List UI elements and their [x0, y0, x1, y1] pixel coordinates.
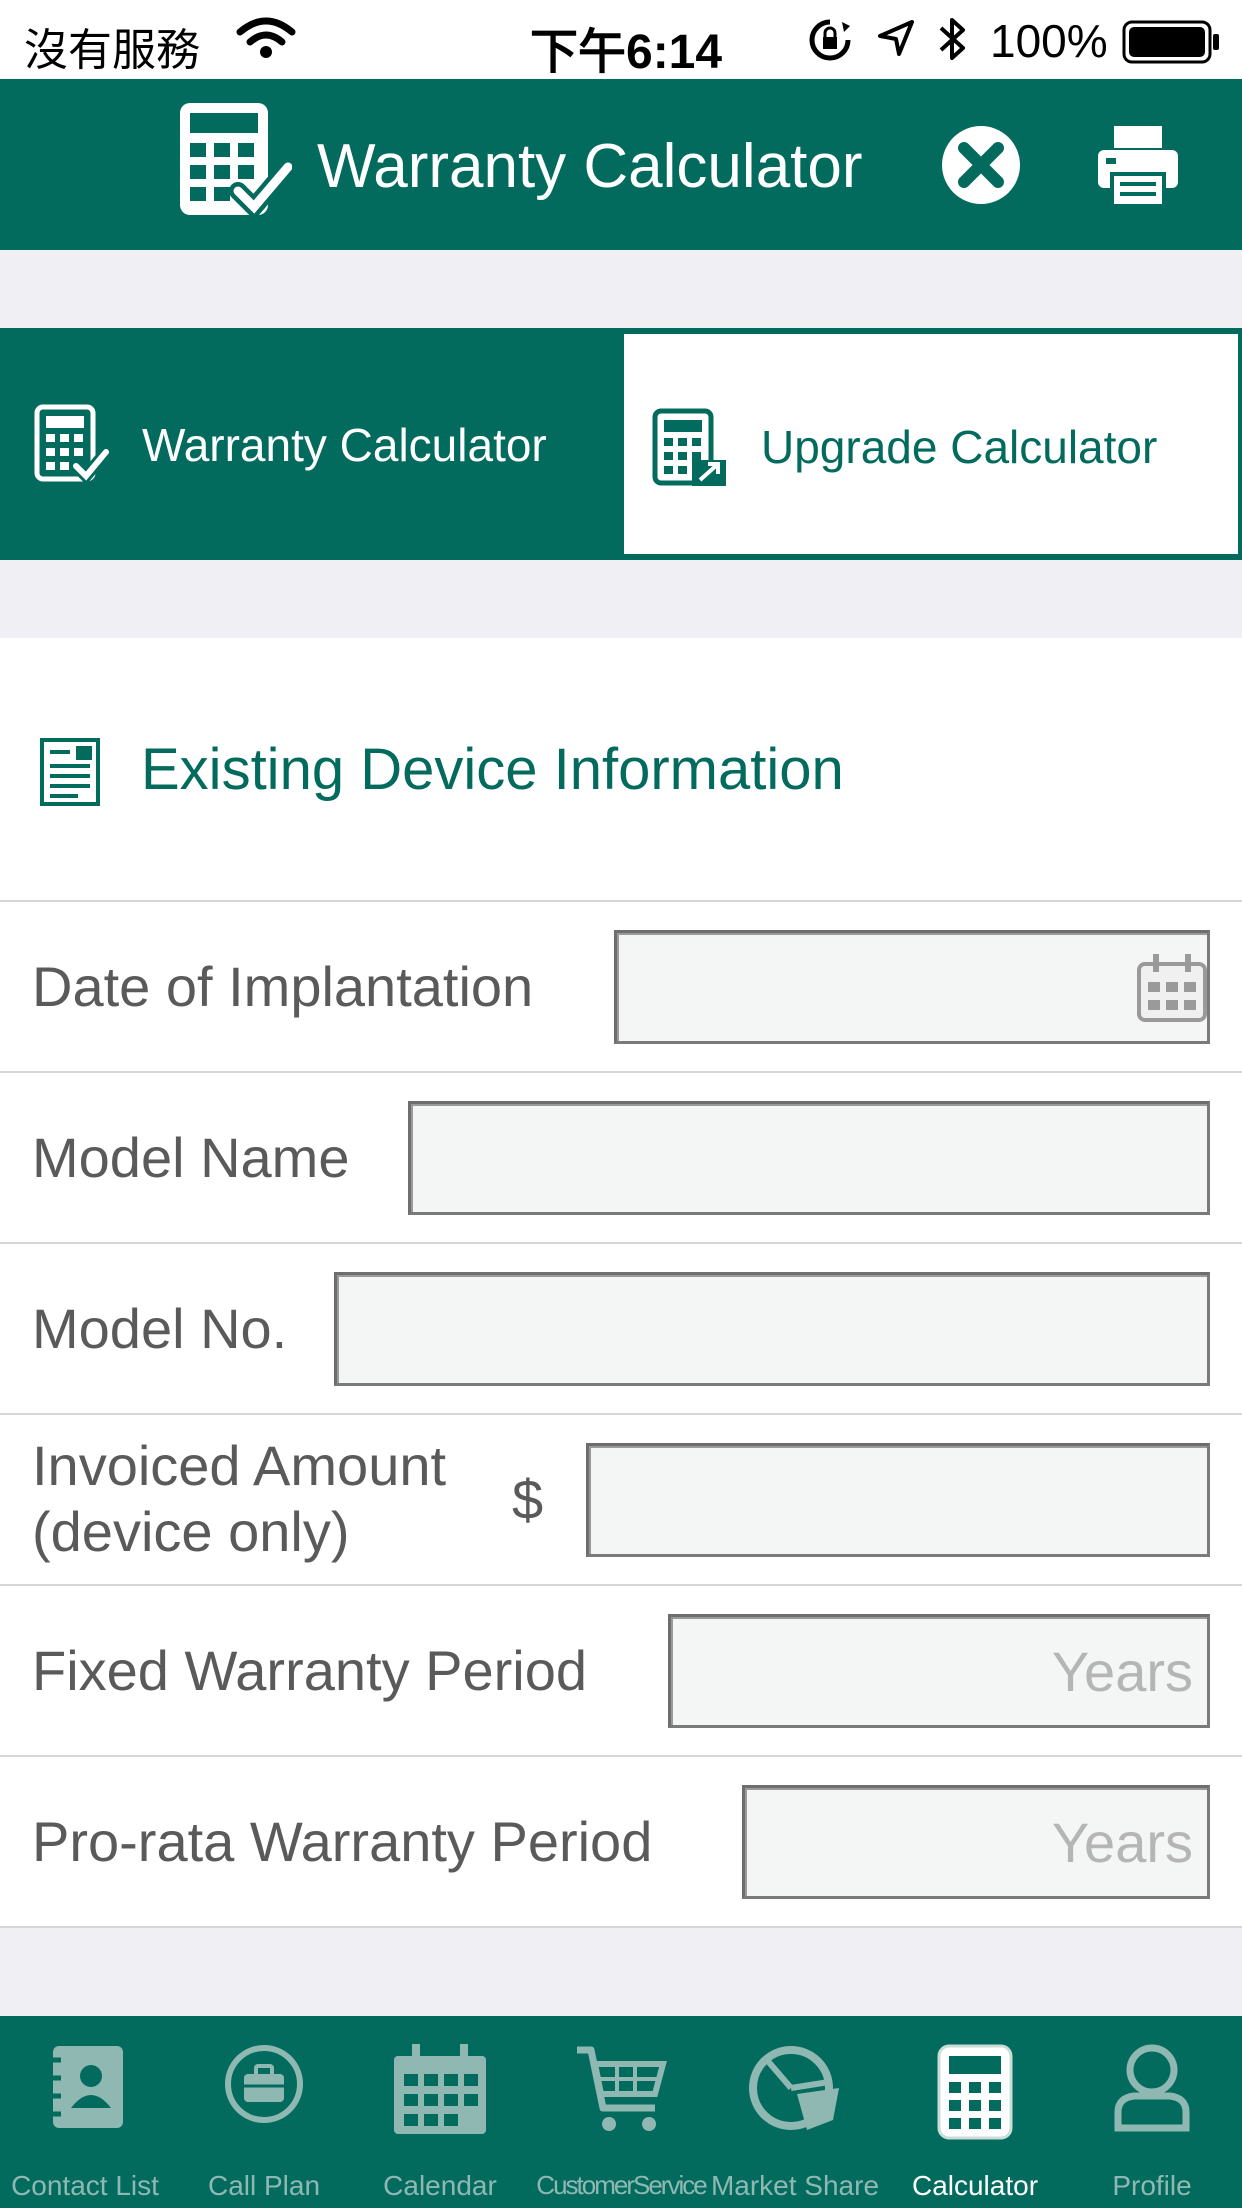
tab-calculator[interactable]: Calculator — [900, 2016, 1050, 2208]
app-header: Warranty Calculator — [0, 79, 1242, 250]
tab-label: Calendar — [383, 2170, 497, 2201]
tab-profile[interactable]: Profile — [1082, 2016, 1222, 2208]
tab-label: Profile — [1112, 2170, 1192, 2201]
spacer — [0, 1928, 1242, 2016]
tab-label: CustomerService — [536, 2170, 707, 2200]
section-title: Existing Device Information — [141, 737, 844, 802]
prorata-warranty-period-field[interactable] — [742, 1785, 1210, 1899]
calculator-tabs: Warranty Calculator Upgrade Calculator — [0, 328, 1242, 560]
row-date-of-implantation: Date of Implantation — [0, 902, 1242, 1073]
fixed-warranty-period-label: Fixed Warranty Period — [32, 1639, 587, 1702]
bottom-tab-bar: Contact List Call Plan Calendar Customer… — [0, 2016, 1242, 2208]
invoiced-amount-field[interactable] — [586, 1443, 1210, 1557]
tab-label: Calculator — [911, 2170, 1039, 2201]
date-of-implantation-label: Date of Implantation — [32, 955, 534, 1018]
row-invoiced-amount: Invoiced Amount (device only) $ — [0, 1415, 1242, 1586]
calculator-check-icon — [34, 404, 112, 489]
tab-customer-service[interactable]: CustomerService — [536, 2016, 708, 2208]
battery-icon — [1122, 20, 1222, 69]
fixed-warranty-period-field[interactable] — [668, 1614, 1210, 1728]
tab-warranty-label: Warranty Calculator — [142, 419, 547, 471]
spacer — [0, 250, 1242, 328]
pie-chart-icon — [745, 2042, 845, 2137]
tab-label: Contact List — [11, 2170, 159, 2201]
calendar-icon[interactable] — [1136, 952, 1208, 1029]
model-no-label: Model No. — [32, 1297, 288, 1360]
date-of-implantation-field[interactable] — [614, 930, 1210, 1044]
tab-contact-list[interactable]: Contact List — [0, 2016, 170, 2208]
calendar-icon — [390, 2042, 490, 2143]
document-icon — [38, 736, 102, 813]
carrier-label: 沒有服務 — [24, 26, 200, 75]
row-fixed-warranty-period: Fixed Warranty Period — [0, 1586, 1242, 1757]
calculator-icon — [176, 99, 297, 228]
calculator-upgrade-icon — [652, 408, 728, 493]
model-name-field[interactable] — [408, 1101, 1210, 1215]
model-name-label: Model Name — [32, 1126, 350, 1189]
wifi-icon — [236, 16, 296, 65]
row-model-no: Model No. — [0, 1244, 1242, 1415]
page-title: Warranty Calculator — [317, 132, 863, 201]
row-prorata-warranty-period: Pro-rata Warranty Period — [0, 1757, 1242, 1928]
spacer — [0, 560, 1242, 638]
bluetooth-icon — [935, 14, 969, 69]
contact-list-icon — [43, 2042, 127, 2137]
tab-call-plan[interactable]: Call Plan — [194, 2016, 334, 2208]
status-bar: 沒有服務 下午6:14 100% — [0, 0, 1242, 79]
tab-market-share[interactable]: Market Share — [708, 2016, 882, 2208]
cart-icon — [573, 2042, 669, 2141]
calculator-icon — [935, 2042, 1015, 2147]
status-time: 下午6:14 — [530, 26, 723, 79]
close-icon[interactable] — [940, 124, 1022, 206]
briefcase-icon — [222, 2042, 306, 2131]
prorata-warranty-period-label: Pro-rata Warranty Period — [32, 1810, 653, 1873]
invoiced-amount-sublabel: (device only) — [32, 1500, 350, 1563]
invoiced-amount-label: Invoiced Amount — [32, 1434, 447, 1497]
profile-icon — [1112, 2042, 1192, 2139]
tab-calendar[interactable]: Calendar — [370, 2016, 510, 2208]
rotation-lock-icon — [806, 16, 854, 69]
currency-symbol: $ — [512, 1468, 544, 1531]
tab-label: Call Plan — [207, 2170, 321, 2201]
tab-upgrade-label: Upgrade Calculator — [761, 421, 1158, 473]
tab-warranty-calculator[interactable]: Warranty Calculator — [0, 328, 622, 560]
battery-percent: 100% — [990, 15, 1108, 67]
printer-icon[interactable] — [1096, 124, 1180, 208]
section-header: Existing Device Information — [0, 638, 1242, 902]
tab-label: Market Share — [710, 2170, 880, 2201]
row-model-name: Model Name — [0, 1073, 1242, 1244]
tab-upgrade-calculator[interactable]: Upgrade Calculator — [624, 334, 1238, 554]
location-arrow-icon — [876, 18, 916, 63]
model-no-field[interactable] — [334, 1272, 1210, 1386]
